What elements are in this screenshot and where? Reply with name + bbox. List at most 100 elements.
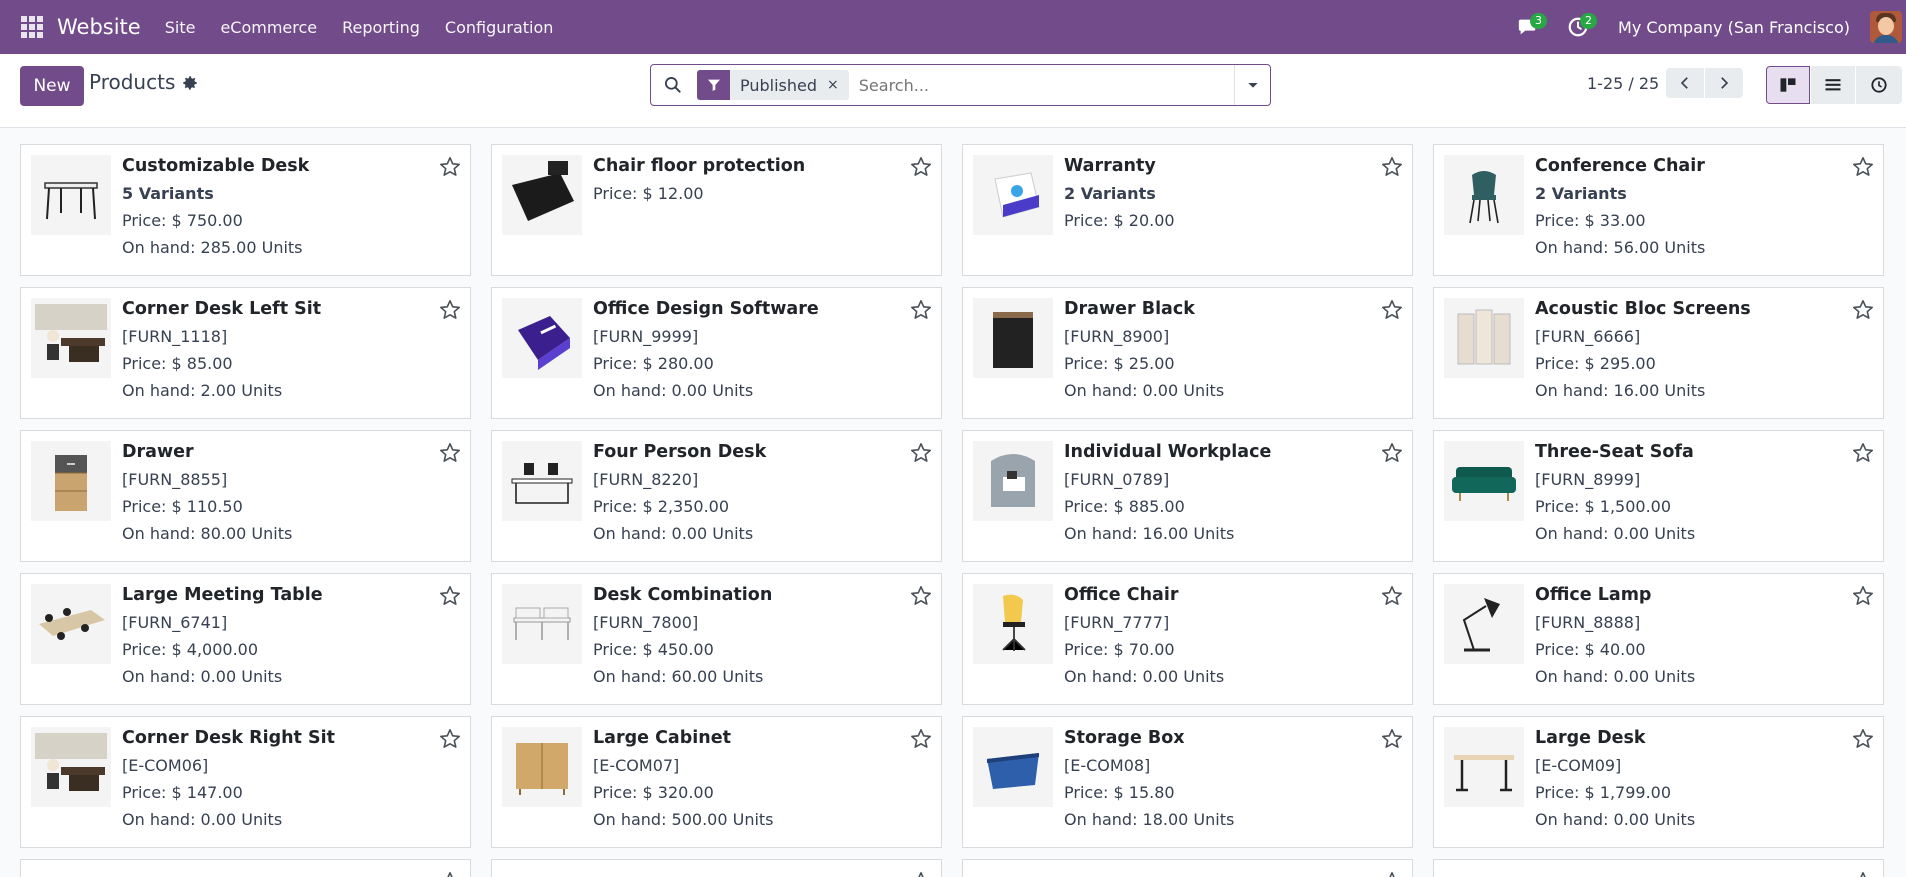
favorite-star-icon[interactable] [909,441,933,465]
favorite-star-icon[interactable] [909,155,933,179]
product-info: Desk Combination [FURN_7800] Price: $ 450.… [593,582,891,690]
favorite-star-icon[interactable] [1851,155,1875,179]
kanban-view-button[interactable] [1766,66,1810,104]
product-card-partial[interactable] [962,859,1413,877]
product-variants: 2 Variants [1064,184,1156,203]
product-card[interactable]: Four Person Desk [FURN_8220] Price: $ 2,35… [491,430,942,562]
favorite-star-icon[interactable] [909,298,933,322]
product-card[interactable]: Chair floor protection Price: $ 12.00 [491,144,942,276]
favorite-star-icon[interactable] [1851,727,1875,751]
favorite-star-icon[interactable] [438,441,462,465]
favorite-star-icon[interactable] [1380,584,1404,608]
favorite-star-icon[interactable] [909,584,933,608]
product-info: Three-Seat Sofa [FURN_8999] Price: $ 1,500… [1535,439,1833,547]
product-on-hand: On hand: 2.00 Units [122,381,283,400]
product-image [973,298,1053,378]
product-card[interactable]: Desk Combination [FURN_7800] Price: $ 450.… [491,573,942,705]
clock-icon [1871,77,1887,93]
search-options-toggle[interactable] [1234,65,1270,105]
gear-icon[interactable] [181,74,199,92]
facet-remove-icon[interactable]: × [827,77,849,93]
product-card[interactable]: Storage Box [E-COM08] Price: $ 15.80 On han… [962,716,1413,848]
product-price: Price: $ 1,500.00 [1535,497,1672,516]
activities-button[interactable]: 2 [1562,11,1598,43]
user-avatar[interactable] [1870,11,1902,43]
product-card[interactable]: Customizable Desk 5 Variants Price: $ 750.… [20,144,471,276]
favorite-star-icon[interactable] [1380,155,1404,179]
activity-view-button[interactable] [1856,66,1902,104]
product-image [502,441,582,521]
top-navbar: Website Site eCommerce Reporting Configu… [0,0,1906,54]
favorite-star-icon[interactable] [1380,298,1404,322]
product-on-hand: On hand: 0.00 Units [1535,524,1696,543]
product-card[interactable]: Individual Workplace [FURN_0789] Price: $ … [962,430,1413,562]
menu-site[interactable]: Site [165,18,196,37]
product-card[interactable]: Drawer [FURN_8855] Price: $ 110.50 On hand:… [20,430,471,562]
favorite-star-icon[interactable] [1380,870,1404,877]
caret-down-icon [1247,83,1258,88]
favorite-star-icon[interactable] [1851,584,1875,608]
list-view-button[interactable] [1811,66,1855,104]
app-grid-icon[interactable] [21,16,43,38]
favorite-star-icon[interactable] [1380,727,1404,751]
favorite-star-icon[interactable] [438,155,462,179]
product-info: Office Chair [FURN_7777] Price: $ 70.00 On … [1064,582,1362,690]
favorite-star-icon[interactable] [1851,298,1875,322]
product-name: Customizable Desk [122,156,310,176]
search-input[interactable] [858,75,1229,95]
favorite-star-icon[interactable] [1851,441,1875,465]
product-card[interactable]: Acoustic Bloc Screens [FURN_6666] Price: $… [1433,287,1884,419]
published-facet: Published × [697,70,849,100]
product-card[interactable]: Office Design Software [FURN_9999] Price: … [491,287,942,419]
new-button[interactable]: New [20,66,84,106]
favorite-star-icon[interactable] [438,727,462,751]
product-variants: 5 Variants [122,184,214,203]
product-card-partial[interactable] [1433,859,1884,877]
favorite-star-icon[interactable] [1851,870,1875,877]
product-card[interactable]: Warranty 2 Variants Price: $ 20.00 [962,144,1413,276]
product-price: Price: $ 70.00 [1064,640,1175,659]
product-price: Price: $ 295.00 [1535,354,1656,373]
facet-label: Published [740,75,818,95]
product-image [31,727,111,807]
menu-configuration[interactable]: Configuration [445,18,554,37]
systray: 3 2 My Company (San Francisco) [1512,0,1906,54]
favorite-star-icon[interactable] [909,727,933,751]
product-card[interactable]: Corner Desk Right Sit [E-COM06] Price: $ 1… [20,716,471,848]
product-image [31,298,111,378]
product-card[interactable]: Large Meeting Table [FURN_6741] Price: $ 4… [20,573,471,705]
product-reference: [FURN_7777] [1064,613,1170,632]
favorite-star-icon[interactable] [438,870,462,877]
favorite-star-icon[interactable] [438,584,462,608]
product-card[interactable]: Drawer Black [FURN_8900] Price: $ 25.00 On … [962,287,1413,419]
product-name: Large Meeting Table [122,585,323,605]
product-card[interactable]: Office Lamp [FURN_8888] Price: $ 40.00 On h… [1433,573,1884,705]
product-price: Price: $ 2,350.00 [593,497,730,516]
product-price: Price: $ 33.00 [1535,211,1646,230]
pager-value[interactable]: 1-25 / 25 [1587,74,1659,93]
product-card[interactable]: Corner Desk Left Sit [FURN_1118] Price: $ … [20,287,471,419]
messages-button[interactable]: 3 [1512,11,1548,43]
product-card[interactable]: Office Chair [FURN_7777] Price: $ 70.00 On … [962,573,1413,705]
product-card-partial[interactable] [20,859,471,877]
menu-ecommerce[interactable]: eCommerce [220,18,317,37]
list-icon [1825,79,1841,91]
product-card[interactable]: Large Desk [E-COM09] Price: $ 1,799.00 On h… [1433,716,1884,848]
product-card-partial[interactable] [491,859,942,877]
pager-next-button[interactable] [1705,68,1743,98]
product-on-hand: On hand: 0.00 Units [122,667,283,686]
app-name[interactable]: Website [57,15,141,39]
favorite-star-icon[interactable] [438,298,462,322]
product-card[interactable]: Three-Seat Sofa [FURN_8999] Price: $ 1,500… [1433,430,1884,562]
product-card[interactable]: Conference Chair 2 Variants Price: $ 33.00… [1433,144,1884,276]
menu-reporting[interactable]: Reporting [342,18,420,37]
product-price: Price: $ 110.50 [122,497,243,516]
product-on-hand: On hand: 60.00 Units [593,667,764,686]
favorite-star-icon[interactable] [909,870,933,877]
favorite-star-icon[interactable] [1380,441,1404,465]
product-price: Price: $ 25.00 [1064,354,1175,373]
product-reference: [E-COM07] [593,756,680,775]
product-card[interactable]: Large Cabinet [E-COM07] Price: $ 320.00 On … [491,716,942,848]
company-switcher[interactable]: My Company (San Francisco) [1618,18,1850,37]
pager-previous-button[interactable] [1666,68,1704,98]
